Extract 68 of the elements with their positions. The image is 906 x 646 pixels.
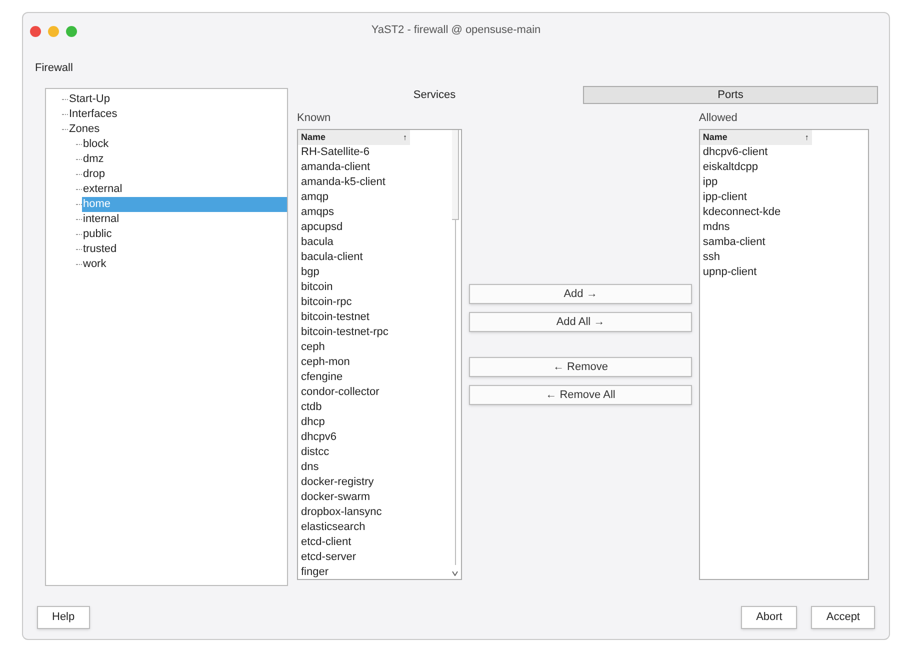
list-item[interactable]: dhcpv6-client [700,145,868,160]
list-item[interactable]: cfengine [298,370,462,385]
list-item[interactable]: bacula [298,235,462,250]
list-item[interactable]: docker-swarm [298,490,462,505]
scrollbar[interactable] [452,130,460,220]
list-item[interactable]: ctdb [298,400,462,415]
list-item[interactable]: bacula-client [298,250,462,265]
transfer-button[interactable]: ← Remove [469,357,692,377]
transfer-button[interactable]: Add All → [469,312,692,332]
list-item[interactable]: apcupsd [298,220,462,235]
transfer-button[interactable]: Add → [469,284,692,304]
tree-item[interactable]: internal [82,212,120,227]
list-item[interactable]: ipp-client [700,190,868,205]
column-header[interactable]: Name ↑ [700,130,812,145]
list-item[interactable]: amqp [298,190,462,205]
tree-item[interactable]: drop [82,167,106,182]
list-item[interactable]: finger [298,565,462,579]
list-item[interactable]: amanda-client [298,160,462,175]
column-header[interactable]: Name ↑ [298,130,410,145]
list-item[interactable]: mdns [700,220,868,235]
list-item[interactable]: condor-collector [298,385,462,400]
list-item[interactable]: ipp [700,175,868,190]
dialog-button[interactable]: Accept [811,606,875,629]
list-item[interactable]: distcc [298,445,462,460]
list-item[interactable]: dropbox-lansync [298,505,462,520]
scroll-down-icon[interactable] [452,571,458,576]
tree-item[interactable]: work [82,257,106,272]
list-item[interactable]: amqps [298,205,462,220]
tree-item[interactable]: block [82,137,109,152]
list-item[interactable]: bitcoin-testnet-rpc [298,325,462,340]
list-item[interactable]: dns [298,460,462,475]
list-item[interactable]: amanda-k5-client [298,175,462,190]
list-item[interactable]: dhcp [298,415,462,430]
page-heading: Firewall [35,62,73,74]
list-item[interactable]: bgp [298,265,462,280]
tree-item[interactable]: trusted [82,242,117,257]
close-icon[interactable] [30,26,41,37]
list-item[interactable]: etcd-server [298,550,462,565]
list-item[interactable]: docker-registry [298,475,462,490]
list-item[interactable]: upnp-client [700,265,868,280]
list-label: Allowed [698,111,738,126]
list-item[interactable]: ssh [700,250,868,265]
dialog-button[interactable]: Abort [741,606,798,629]
list-item[interactable]: bitcoin [298,280,462,295]
minimize-icon[interactable] [48,26,59,37]
list-item[interactable]: bitcoin-rpc [298,295,462,310]
window-title: YaST2 - firewall @ opensuse-main [371,22,541,38]
list-item[interactable]: elasticsearch [298,520,462,535]
tree-item[interactable]: public [82,227,112,242]
list-label: Known [297,111,332,126]
tree-item[interactable]: Start-Up [68,92,110,107]
tree-item[interactable]: Zones [68,122,100,137]
dialog-button[interactable]: Help [37,606,90,629]
list-item[interactable]: ceph [298,340,462,355]
tree-item[interactable]: external [82,182,122,197]
list-item[interactable]: RH-Satellite-6 [298,145,462,160]
list-item[interactable]: dhcpv6 [298,430,462,445]
list-item[interactable]: kdeconnect-kde [700,205,868,220]
tree-item[interactable]: dmz [82,152,104,167]
list-item[interactable]: etcd-client [298,535,462,550]
tab[interactable]: Ports [583,86,878,104]
list-item[interactable]: eiskaltdcpp [700,160,868,175]
zoom-icon[interactable] [66,26,77,37]
list-item[interactable]: samba-client [700,235,868,250]
list-item[interactable]: ceph-mon [298,355,462,370]
tree-item[interactable]: Interfaces [68,107,118,122]
transfer-button[interactable]: ← Remove All [469,385,692,405]
list-item[interactable]: bitcoin-testnet [298,310,462,325]
